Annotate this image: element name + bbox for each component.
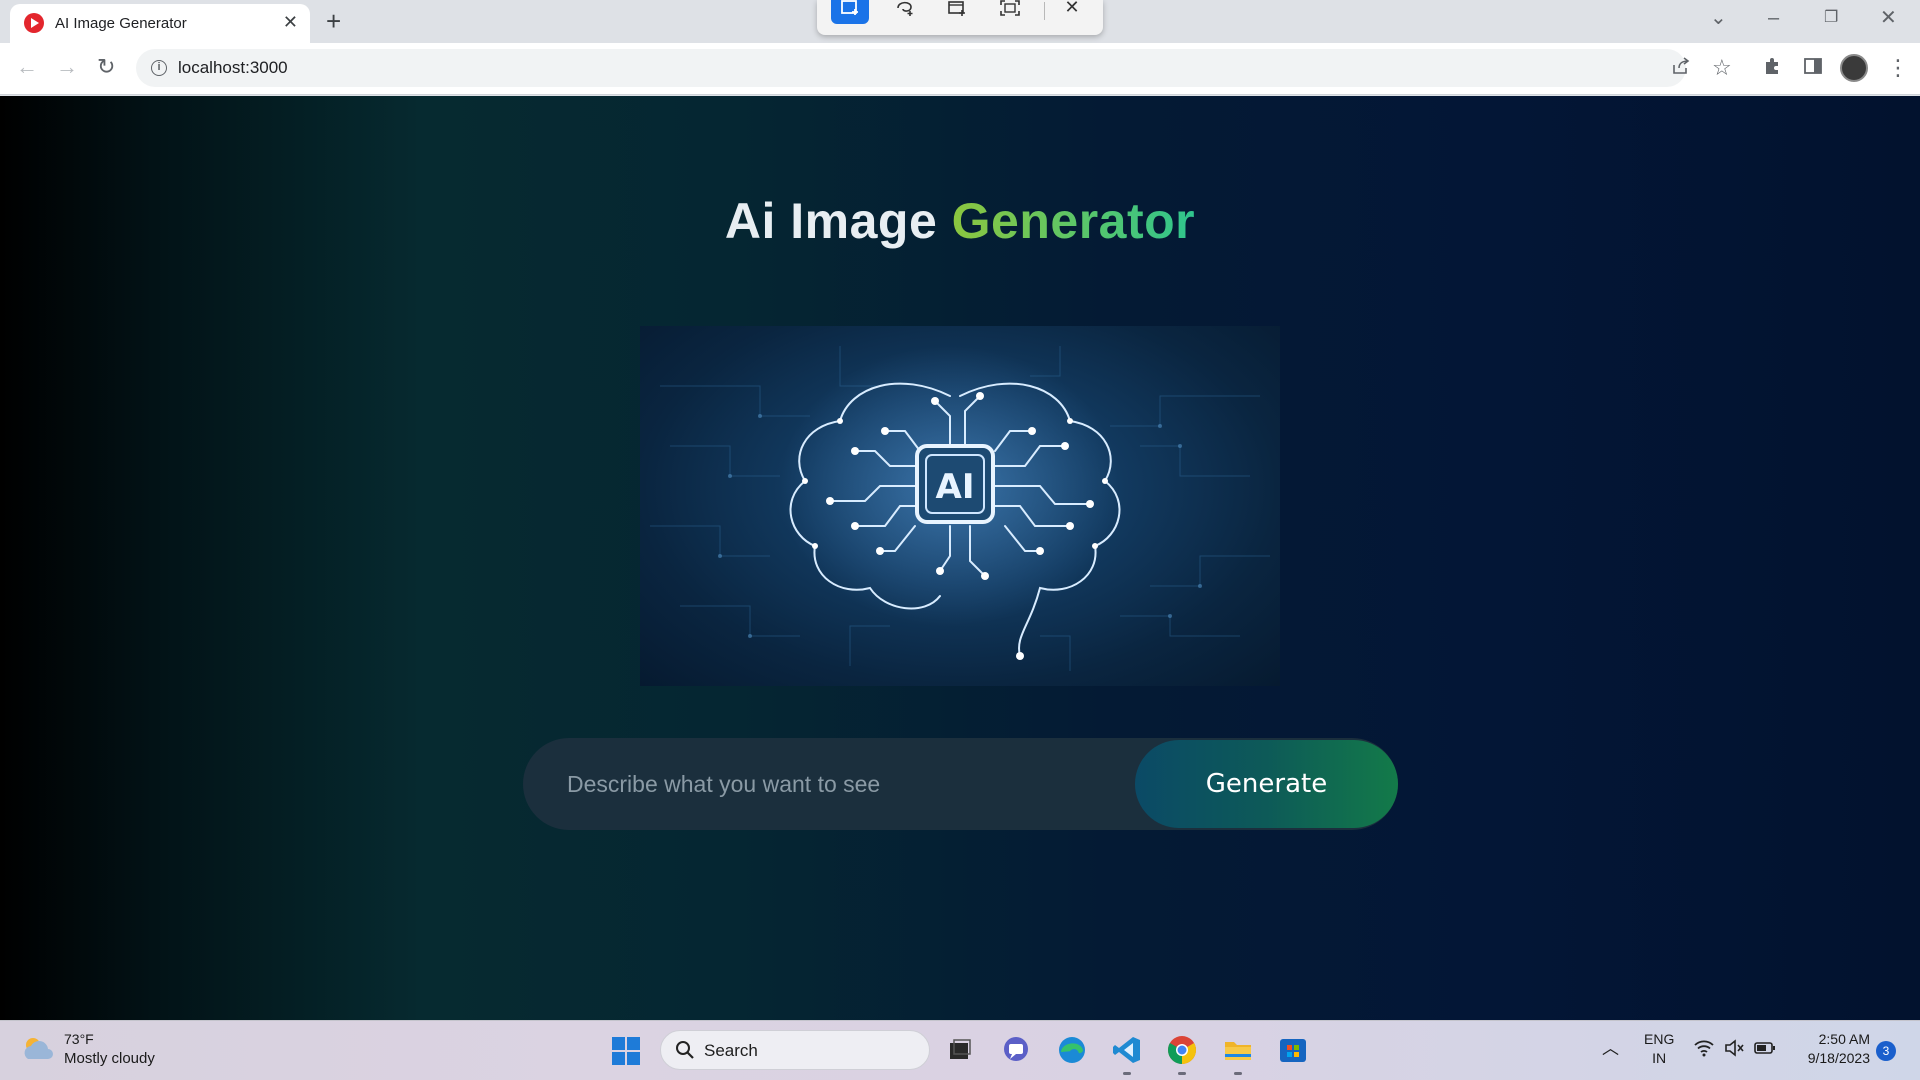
file-explorer-icon[interactable] <box>1222 1034 1254 1075</box>
url-text[interactable]: localhost:3000 <box>178 58 288 78</box>
youtube-favicon-icon <box>24 13 44 33</box>
battery-icon[interactable] <box>1754 1039 1776 1062</box>
snipping-toolbar: ✕ <box>817 0 1103 35</box>
back-arrow-icon[interactable]: ← <box>16 54 38 80</box>
minimize-icon[interactable]: – <box>1768 6 1779 30</box>
clock-time: 2:50 AM <box>1818 1031 1870 1047</box>
generate-button[interactable]: Generate <box>1135 740 1398 828</box>
fullscreen-snip-icon[interactable] <box>991 0 1029 24</box>
hero-image: AI <box>640 326 1280 686</box>
freeform-snip-icon[interactable] <box>886 0 924 24</box>
prompt-input[interactable] <box>523 738 1133 830</box>
language-indicator[interactable]: ENG IN <box>1644 1030 1674 1068</box>
speaker-muted-icon[interactable] <box>1724 1039 1744 1062</box>
browser-tabstrip: AI Image Generator ✕ + ✕ ⌄ – ❐ ✕ <box>0 0 1920 43</box>
site-info-icon[interactable]: i <box>151 60 167 76</box>
partly-cloudy-icon <box>24 1038 53 1059</box>
browser-tab-active[interactable]: AI Image Generator ✕ <box>10 4 310 43</box>
new-tab-button[interactable]: + <box>326 6 341 36</box>
weather-condition: Mostly cloudy <box>64 1050 155 1067</box>
notification-badge[interactable]: 3 <box>1876 1041 1896 1061</box>
system-clock[interactable]: 2:50 AM 9/18/2023 <box>1790 1030 1870 1068</box>
show-hidden-icons-chevron-icon[interactable]: ︿ <box>1602 1039 1619 1059</box>
chrome-icon[interactable] <box>1166 1034 1198 1075</box>
running-indicator <box>1178 1072 1186 1075</box>
ai-brain-circuit-illustration: AI <box>650 346 1270 671</box>
running-indicator <box>1123 1072 1131 1075</box>
more-menu-icon[interactable]: ⋮ <box>1887 56 1909 80</box>
hero-chip-text: AI <box>936 467 975 507</box>
tab-search-chevron-icon[interactable]: ⌄ <box>1710 6 1727 30</box>
windows-taskbar: 73°F Mostly cloudy Search ︿ ENG IN 2:50 … <box>0 1020 1920 1080</box>
taskbar-search[interactable]: Search <box>660 1030 930 1070</box>
page-viewport: Ai Image Generator AI Describe what you … <box>0 96 1920 1020</box>
profile-avatar[interactable] <box>1840 54 1868 82</box>
wifi-icon[interactable] <box>1694 1039 1714 1062</box>
taskbar-search-label: Search <box>704 1041 758 1060</box>
extensions-puzzle-icon[interactable] <box>1763 56 1783 82</box>
window-snip-icon[interactable] <box>938 0 976 24</box>
reload-icon[interactable]: ↻ <box>97 54 115 80</box>
page-title: Ai Image Generator <box>0 192 1920 250</box>
windows-start-icon[interactable] <box>612 1037 640 1065</box>
side-panel-icon[interactable] <box>1803 56 1823 82</box>
rectangle-snip-icon[interactable] <box>831 0 869 24</box>
share-icon[interactable] <box>1671 56 1691 82</box>
tab-close-icon[interactable]: ✕ <box>283 12 298 32</box>
window-close-icon[interactable]: ✕ <box>1880 6 1897 30</box>
running-indicator <box>1234 1072 1242 1075</box>
language-code: ENG <box>1644 1031 1675 1047</box>
teams-chat-icon[interactable] <box>1000 1034 1032 1066</box>
close-snip-icon[interactable]: ✕ <box>1053 0 1091 24</box>
language-region: IN <box>1652 1050 1667 1066</box>
weather-temp: 73°F <box>64 1031 94 1047</box>
restore-icon[interactable]: ❐ <box>1824 6 1838 30</box>
browser-toolbar: ← → ↻ i localhost:3000 ☆ ⋮ <box>0 43 1920 95</box>
page-title-accent: Generator <box>951 193 1196 249</box>
prompt-form: Generate <box>523 738 1398 830</box>
edge-browser-icon[interactable] <box>1056 1034 1088 1066</box>
vscode-icon[interactable] <box>1111 1034 1143 1075</box>
address-bar[interactable]: i localhost:3000 <box>136 49 1686 87</box>
clock-date: 9/18/2023 <box>1807 1050 1870 1066</box>
microsoft-store-icon[interactable] <box>1277 1034 1309 1066</box>
forward-arrow-icon[interactable]: → <box>56 54 78 80</box>
tab-title: AI Image Generator <box>55 15 187 32</box>
task-view-icon[interactable] <box>944 1034 976 1066</box>
search-icon <box>675 1040 695 1066</box>
snip-divider <box>1044 2 1045 20</box>
bookmark-star-icon[interactable]: ☆ <box>1712 56 1732 80</box>
page-title-main: Ai Image <box>724 193 952 249</box>
